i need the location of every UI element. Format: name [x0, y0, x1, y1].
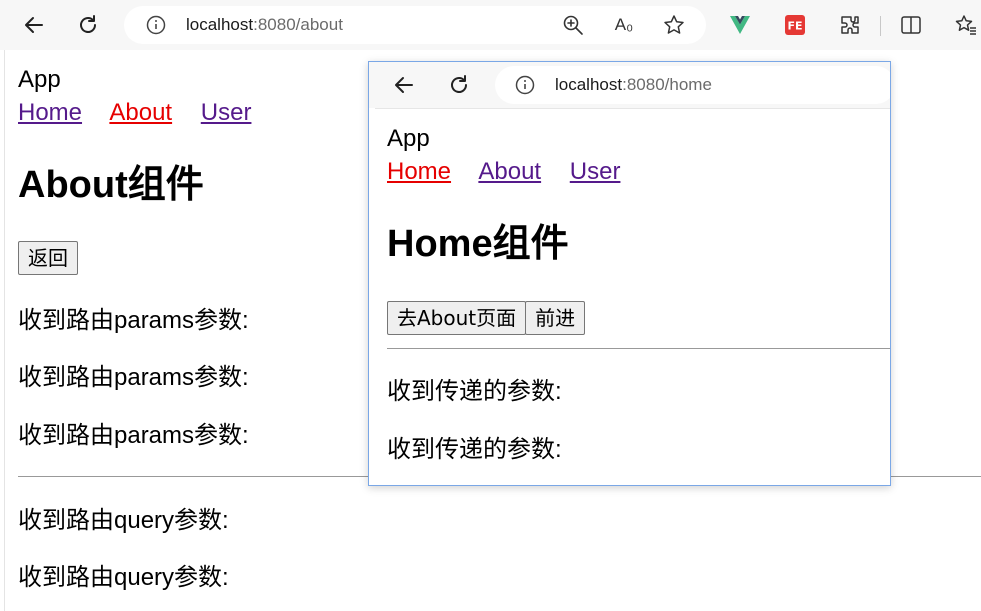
split-screen-icon[interactable]	[895, 9, 927, 41]
url-host: localhost	[186, 15, 254, 34]
nav-link-about[interactable]: About	[109, 99, 172, 126]
button-row: 去About页面 前进	[387, 301, 586, 335]
passed-param-line: 收到传递的参数:	[387, 436, 562, 463]
fe-extension-icon[interactable]: FE	[779, 9, 811, 41]
params-line: 收到路由params参数:	[18, 307, 249, 334]
info-icon[interactable]	[515, 75, 535, 100]
refresh-icon[interactable]	[443, 69, 475, 101]
params-line: 收到路由params参数:	[18, 422, 249, 449]
url-path: :8080/home	[622, 75, 712, 94]
read-aloud-icon[interactable]: A₀	[612, 13, 636, 37]
forward-button[interactable]: 前进	[525, 301, 586, 335]
popup-page-content: App Home About User Home组件 去About页面 前进 收到…	[375, 108, 890, 485]
router-nav: Home About User	[18, 98, 273, 128]
back-icon[interactable]	[388, 69, 420, 101]
nav-link-home[interactable]: Home	[18, 99, 82, 126]
popup-window[interactable]: localhost:8080/home App Home About User …	[368, 61, 891, 486]
passed-param-line: 收到传递的参数:	[387, 378, 562, 405]
extensions-icon[interactable]	[834, 9, 866, 41]
page-heading: About组件	[18, 164, 204, 206]
vue-devtools-icon[interactable]	[724, 9, 756, 41]
browser-toolbar: localhost:8080/about A₀ FE	[0, 0, 981, 50]
info-icon[interactable]	[146, 15, 166, 40]
nav-link-about[interactable]: About	[478, 158, 541, 185]
url-path: :8080/about	[253, 15, 343, 34]
router-nav: Home About User	[387, 157, 642, 187]
url-text[interactable]: localhost:8080/about	[186, 15, 343, 35]
popup-address-bar[interactable]: localhost:8080/home	[495, 66, 890, 104]
favorites-icon[interactable]	[950, 9, 981, 41]
params-line: 收到路由params参数:	[18, 364, 249, 391]
popup-url-text[interactable]: localhost:8080/home	[555, 75, 712, 95]
back-icon[interactable]	[18, 9, 50, 41]
nav-link-home[interactable]: Home	[387, 158, 451, 185]
back-button[interactable]: 返回	[18, 241, 78, 275]
goto-about-button[interactable]: 去About页面	[387, 301, 527, 335]
favorite-star-icon[interactable]	[662, 13, 686, 37]
nav-link-user[interactable]: User	[201, 99, 252, 126]
svg-text:FE: FE	[787, 20, 802, 33]
refresh-icon[interactable]	[72, 9, 104, 41]
address-bar[interactable]: localhost:8080/about A₀	[124, 6, 706, 44]
popup-toolbar: localhost:8080/home	[369, 62, 890, 108]
query-line: 收到路由query参数:	[18, 507, 229, 534]
app-title: App	[387, 125, 430, 152]
toolbar-divider	[880, 16, 881, 36]
divider-line	[387, 348, 890, 349]
nav-link-user[interactable]: User	[570, 158, 621, 185]
query-line: 收到路由query参数:	[18, 564, 229, 591]
app-title: App	[18, 66, 61, 93]
page-heading: Home组件	[387, 223, 569, 265]
url-host: localhost	[555, 75, 623, 94]
zoom-icon[interactable]	[561, 13, 585, 37]
